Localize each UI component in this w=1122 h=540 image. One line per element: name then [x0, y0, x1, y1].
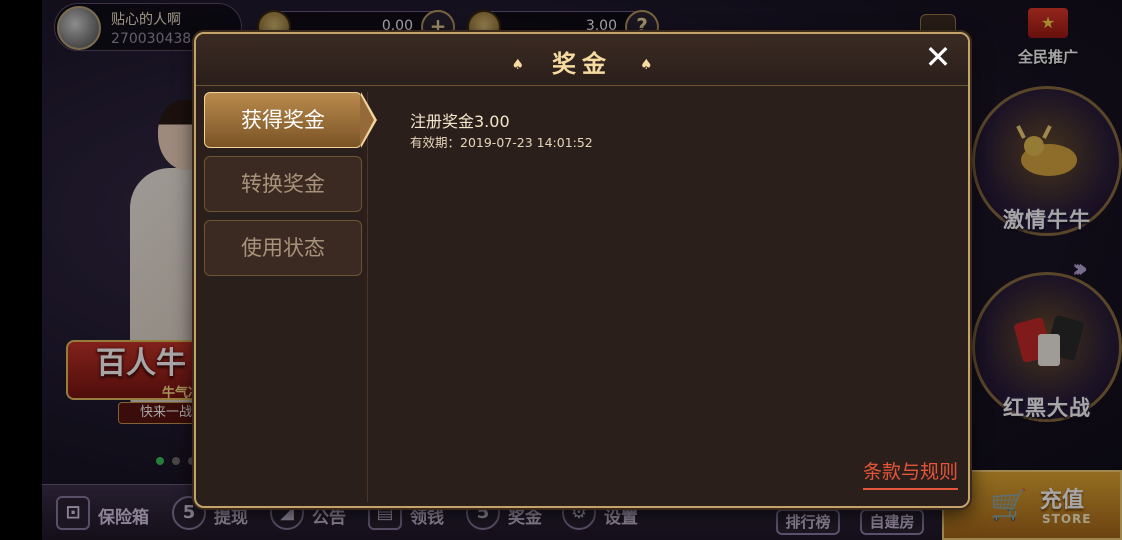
bonus-list: 注册奖金3.00 有效期：2019-07-23 14:01:52: [408, 104, 948, 464]
spade-icon: ♠: [511, 57, 524, 73]
bonus-dialog: ♠ 奖金 ♠ ✕ 获得奖金 转换奖金 使用状态 注册奖金3.00 有效期：2019-…: [194, 32, 970, 508]
tab-convert-bonus[interactable]: 转换奖金: [204, 156, 362, 212]
dialog-header: ♠ 奖金 ♠ ✕: [196, 34, 968, 86]
bonus-tabs: 获得奖金 转换奖金 使用状态: [204, 92, 377, 502]
tab-received-bonus[interactable]: 获得奖金: [204, 92, 377, 148]
terms-link[interactable]: 条款与规则: [862, 457, 958, 490]
dialog-title-row: ♠ 奖金 ♠: [196, 44, 968, 79]
bonus-item-expiry: 有效期：2019-07-23 14:01:52: [410, 135, 593, 150]
tab-usage-status[interactable]: 使用状态: [204, 220, 362, 276]
bonus-item-name: 注册奖金3.00: [410, 112, 510, 131]
spade-icon: ♠: [640, 57, 653, 73]
dialog-title: 奖金: [552, 50, 612, 78]
close-button[interactable]: ✕: [922, 41, 954, 74]
